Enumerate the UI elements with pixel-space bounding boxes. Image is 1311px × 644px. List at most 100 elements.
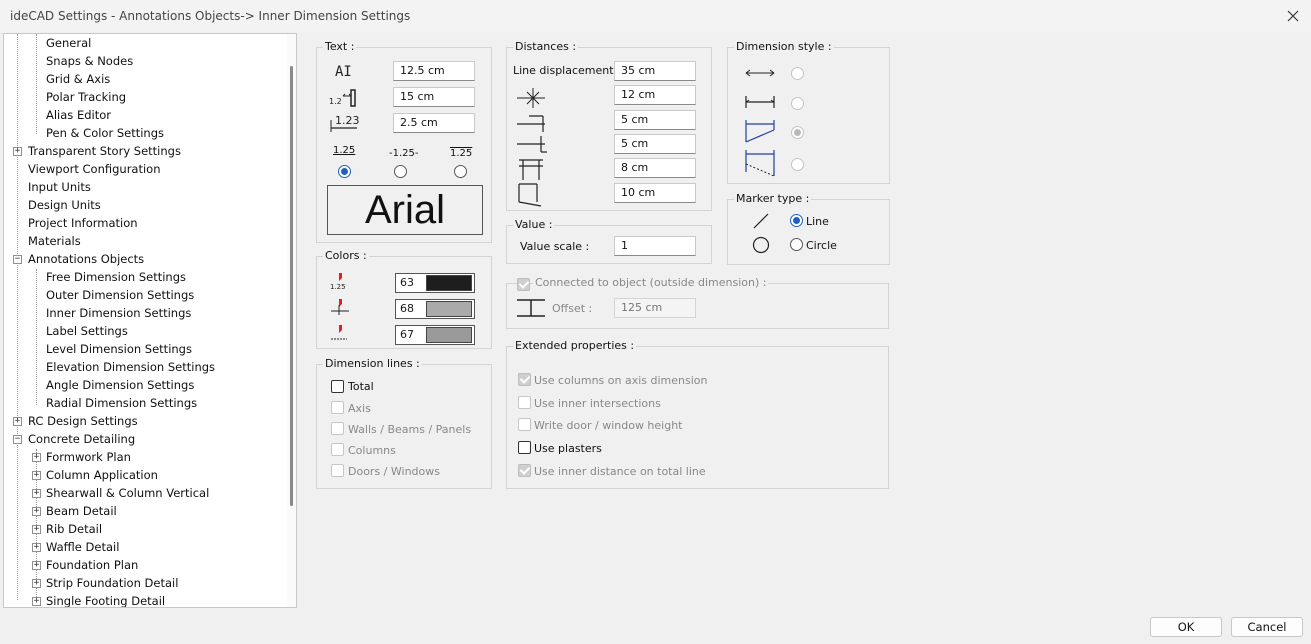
tree-item-rib-detail[interactable]: Rib Detail <box>44 520 104 538</box>
expand-icon[interactable]: + <box>32 525 41 534</box>
tree-item-angle-dimension[interactable]: Angle Dimension Settings <box>44 376 196 394</box>
tree-item-rc-design[interactable]: RC Design Settings <box>26 412 140 430</box>
tree-item-beam-detail[interactable]: Beam Detail <box>44 502 119 520</box>
marker-circle-label: Circle <box>806 239 837 252</box>
value-scale-label: Value scale : <box>520 240 590 253</box>
expand-icon[interactable]: + <box>32 543 41 552</box>
use-inner-distance-checkbox[interactable] <box>518 464 531 477</box>
columns-checkbox[interactable] <box>331 443 344 456</box>
distance-5-input[interactable]: 8 cm <box>614 158 696 178</box>
expand-icon[interactable]: + <box>32 597 41 606</box>
expand-icon[interactable]: + <box>13 147 22 156</box>
use-columns-axis-label: Use columns on axis dimension <box>534 374 708 387</box>
distance-6-input[interactable]: 10 cm <box>614 183 696 203</box>
offset-input[interactable]: 125 cm <box>614 298 696 318</box>
settings-panel: Text : AI 12.5 cm 1.2 15 cm 1.23 2.5 cm … <box>302 33 1308 608</box>
tree-item-snaps-nodes[interactable]: Snaps & Nodes <box>44 52 135 70</box>
text-color-picker[interactable]: 63 <box>395 273 475 293</box>
tree-item-design-units[interactable]: Design Units <box>26 196 103 214</box>
tree-item-annotations-objects[interactable]: Annotations Objects <box>26 250 146 268</box>
distances-group: Distances : Line displacement : 35 cm 12… <box>506 40 712 211</box>
total-checkbox[interactable] <box>331 380 344 393</box>
text-height-input[interactable]: 12.5 cm <box>393 61 475 81</box>
tree-item-radial-dimension[interactable]: Radial Dimension Settings <box>44 394 199 412</box>
style-3-radio[interactable] <box>791 126 804 139</box>
line-displacement-input[interactable]: 35 cm <box>614 61 696 81</box>
total-label: Total <box>348 380 374 393</box>
tree-item-alias-editor[interactable]: Alias Editor <box>44 106 113 124</box>
expand-icon[interactable]: + <box>32 489 41 498</box>
tree-item-free-dimension[interactable]: Free Dimension Settings <box>44 268 188 286</box>
tree-item-project-information[interactable]: Project Information <box>26 214 140 232</box>
tree-item-viewport[interactable]: Viewport Configuration <box>26 160 163 178</box>
doors-windows-checkbox[interactable] <box>331 464 344 477</box>
collapse-icon[interactable]: − <box>13 255 22 264</box>
text-pos-inline-label: -1.25- <box>389 148 419 159</box>
connected-checkbox[interactable] <box>517 278 530 291</box>
tree-item-column-application[interactable]: Column Application <box>44 466 160 484</box>
tree-item-strip-foundation[interactable]: Strip Foundation Detail <box>44 574 180 592</box>
use-columns-axis-checkbox[interactable] <box>518 373 531 386</box>
tree-item-foundation-plan[interactable]: Foundation Plan <box>44 556 140 574</box>
marker-line-radio[interactable] <box>790 214 803 227</box>
value-scale-input[interactable]: 1 <box>614 236 696 256</box>
tree-item-materials[interactable]: Materials <box>26 232 83 250</box>
tree-item-general[interactable]: General <box>44 34 93 52</box>
use-inner-intersections-checkbox[interactable] <box>518 396 531 409</box>
marker-color-picker[interactable]: 67 <box>395 325 475 345</box>
offset-icon <box>517 299 545 317</box>
tree-item-single-footing[interactable]: Single Footing Detail <box>44 592 167 607</box>
ok-button[interactable]: OK <box>1150 617 1222 637</box>
tree-item-concrete-detailing[interactable]: Concrete Detailing <box>26 430 137 448</box>
walls-beams-checkbox[interactable] <box>331 422 344 435</box>
window-title: ideCAD Settings - Annotations Objects-> … <box>10 9 411 23</box>
distances-title: Distances : <box>513 40 579 53</box>
use-plasters-checkbox[interactable] <box>518 441 531 454</box>
settings-tree[interactable]: General Snaps & Nodes Grid & Axis Polar … <box>3 33 297 608</box>
axis-checkbox[interactable] <box>331 401 344 414</box>
tree-item-grid-axis[interactable]: Grid & Axis <box>44 70 112 88</box>
style-2-radio[interactable] <box>791 97 804 110</box>
expand-icon[interactable]: + <box>32 471 41 480</box>
title-bar: ideCAD Settings - Annotations Objects-> … <box>0 0 1311 32</box>
tree-scrollbar[interactable] <box>287 34 296 607</box>
use-inner-distance-label: Use inner distance on total line <box>534 465 706 478</box>
scrollbar-thumb[interactable] <box>290 66 293 506</box>
write-door-window-checkbox[interactable] <box>518 418 531 431</box>
expand-icon[interactable]: + <box>13 417 22 426</box>
tree-item-outer-dimension[interactable]: Outer Dimension Settings <box>44 286 196 304</box>
tree-item-input-units[interactable]: Input Units <box>26 178 93 196</box>
text-pos-inline-radio[interactable] <box>394 165 407 178</box>
tree-item-waffle-detail[interactable]: Waffle Detail <box>44 538 121 556</box>
text-pos-below-radio[interactable] <box>454 165 467 178</box>
line-color-picker[interactable]: 68 <box>395 299 475 319</box>
colors-group-title: Colors : <box>323 249 369 262</box>
distance-3-input[interactable]: 5 cm <box>614 110 696 130</box>
text-offset-input[interactable]: 15 cm <box>393 87 475 107</box>
tree-item-transparent-story[interactable]: Transparent Story Settings <box>26 142 183 160</box>
tree-item-polar-tracking[interactable]: Polar Tracking <box>44 88 128 106</box>
distance-4-input[interactable]: 5 cm <box>614 134 696 154</box>
expand-icon[interactable]: + <box>32 507 41 516</box>
dimension-lines-title: Dimension lines : <box>323 357 422 370</box>
expand-icon[interactable]: + <box>32 579 41 588</box>
style-4-radio[interactable] <box>791 158 804 171</box>
tree-item-pen-color[interactable]: Pen & Color Settings <box>44 124 166 142</box>
tree-item-inner-dimension[interactable]: Inner Dimension Settings <box>44 304 193 322</box>
style-1-radio[interactable] <box>791 67 804 80</box>
text-pos-above-radio[interactable] <box>338 165 351 178</box>
tree-item-elevation-dimension[interactable]: Elevation Dimension Settings <box>44 358 217 376</box>
expand-icon[interactable]: + <box>32 561 41 570</box>
marker-circle-radio[interactable] <box>790 238 803 251</box>
font-button[interactable]: Arial <box>327 185 483 235</box>
tree-item-label-settings[interactable]: Label Settings <box>44 322 130 340</box>
tree-item-formwork-plan[interactable]: Formwork Plan <box>44 448 133 466</box>
collapse-icon[interactable]: − <box>13 435 22 444</box>
close-button[interactable] <box>1283 6 1303 26</box>
tree-item-level-dimension[interactable]: Level Dimension Settings <box>44 340 194 358</box>
cancel-button[interactable]: Cancel <box>1231 617 1303 637</box>
distance-2-input[interactable]: 12 cm <box>614 85 696 105</box>
tree-item-shearwall-column[interactable]: Shearwall & Column Vertical <box>44 484 211 502</box>
text-spacing-input[interactable]: 2.5 cm <box>393 113 475 133</box>
expand-icon[interactable]: + <box>32 453 41 462</box>
